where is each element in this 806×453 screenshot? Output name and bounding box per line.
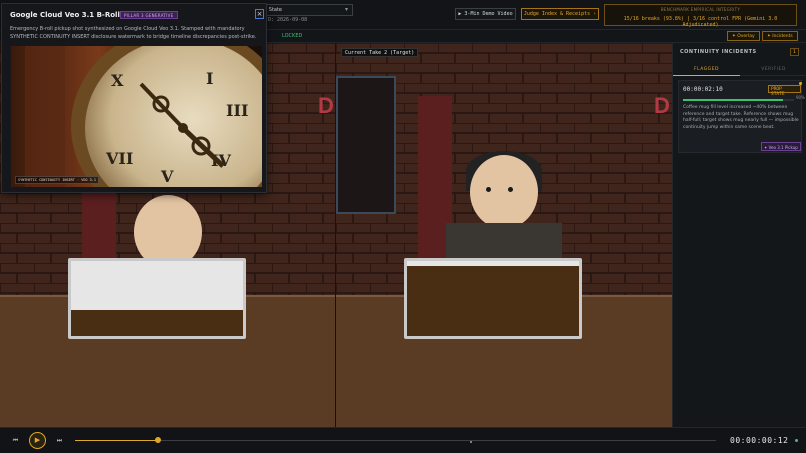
veo-pickup-popup: Google Cloud Veo 3.1 B-Roll Pickup PILLA… [1, 3, 267, 193]
benchmark-box: BENCHMARK EMPIRICAL INTEGRITY 15/16 brea… [604, 4, 797, 28]
person-eye [486, 187, 491, 192]
pillar-badge: PILLAR 3 GENERATIVE [120, 11, 178, 19]
overlay-button[interactable]: ✦ Overlay [727, 31, 760, 41]
veo-pickup-button[interactable]: ✦ Veo 3.1 Pickup [761, 142, 801, 151]
broll-video-frame[interactable]: I III IV V VII X SYNTHETIC CONTINUITY IN… [11, 46, 262, 187]
svg-text:III: III [226, 101, 248, 120]
split-divider [335, 43, 336, 427]
panel-title: CONTINUITY INCIDENTS [680, 49, 757, 55]
person-eye [508, 187, 513, 192]
incident-description: Coffee mug fill level increased ~40% bet… [683, 105, 799, 130]
tab-verified[interactable]: VERIFIED [740, 62, 806, 76]
incidents-button[interactable]: ✦ Incidents [762, 31, 798, 41]
svg-text:V: V [160, 167, 174, 186]
locked-label: LOCKED [282, 33, 303, 39]
doorway [336, 76, 396, 214]
transport-bar: ⏮ ▶ ⏭ 00:00:00:12 [0, 427, 806, 453]
timecode: 00:00:00:12 [730, 436, 789, 445]
svg-text:I: I [206, 69, 213, 88]
app-root: p State ▾ D: 2026-09-08 ▶ 3-Min Demo Vid… [0, 0, 806, 453]
scrubber-track[interactable] [75, 440, 716, 441]
incident-time: 00:00:02:10 [683, 86, 723, 93]
scrubber-handle[interactable] [155, 437, 162, 443]
play-button[interactable]: ▶ [29, 432, 46, 449]
incidents-panel: CONTINUITY INCIDENTS 1 FLAGGED VERIFIED … [672, 43, 806, 427]
incident-tag: PROP STATE [768, 85, 801, 97]
judge-index-button[interactable]: Judge Index & Receipts › [521, 8, 599, 20]
target-mug [404, 258, 582, 339]
demo-video-button[interactable]: ▶ 3-Min Demo Video [455, 8, 516, 20]
scrubber-played [75, 440, 159, 441]
tab-flagged[interactable]: FLAGGED [673, 62, 740, 76]
incident-card[interactable]: 00:00:02:10 PROP STATE 90% Coffee mug fi… [678, 80, 805, 153]
incident-count-badge: 1 [790, 48, 799, 56]
take-label: Current Take 2 (Target) [341, 48, 419, 57]
date-line: D: 2026-09-08 [268, 17, 308, 23]
person-shirt [446, 223, 562, 263]
live-indicator-icon [795, 439, 798, 442]
state-select[interactable]: p State ▾ [258, 4, 353, 16]
confidence-fill [683, 99, 783, 101]
popup-description: Emergency B-roll pickup shot synthesized… [10, 26, 257, 40]
incident-marker[interactable] [470, 441, 472, 443]
benchmark-title: BENCHMARK EMPIRICAL INTEGRITY [660, 7, 741, 12]
confidence-bar [683, 99, 794, 101]
benchmark-value: 15/16 breaks (93.8%) | 3/16 control FPR … [623, 16, 778, 28]
panel-tabs: FLAGGED VERIFIED [673, 62, 806, 76]
chevron-down-icon: ▾ [344, 6, 348, 13]
svg-text:X: X [111, 71, 124, 90]
wall-sign-letter: D [654, 93, 670, 118]
target-scene: D [336, 43, 672, 427]
alert-dot-icon [799, 82, 802, 85]
svg-text:VII: VII [105, 149, 133, 168]
clock-broll-image: I III IV V VII X [11, 46, 262, 187]
skip-back-icon[interactable]: ⏮ [10, 435, 21, 446]
confidence-label: 90% [796, 95, 805, 100]
mug-coffee-fill [407, 266, 579, 336]
reference-mug [68, 258, 246, 339]
synthetic-watermark: SYNTHETIC CONTINUITY INSERT · VEO 3.1 [15, 176, 99, 184]
wall-sign-letter: D [318, 93, 334, 118]
mug-coffee-fill [71, 309, 243, 336]
person-head [470, 155, 538, 229]
skip-forward-icon[interactable]: ⏭ [54, 435, 65, 446]
close-icon[interactable]: × [255, 9, 264, 19]
